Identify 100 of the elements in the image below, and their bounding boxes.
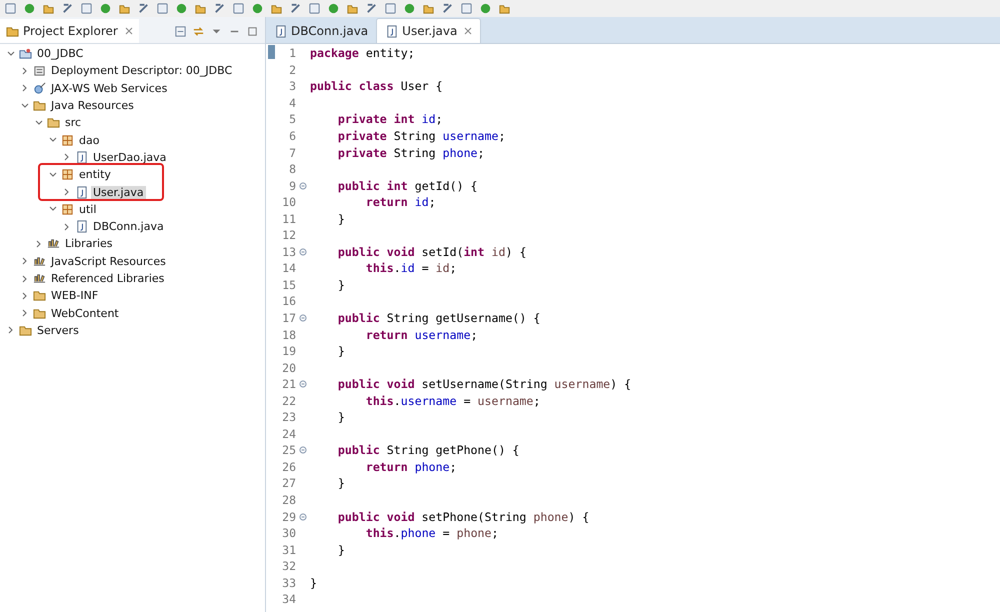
- tree-item[interactable]: Java Resources: [49, 99, 136, 112]
- line-number: 5: [288, 112, 296, 126]
- line-number: 24: [281, 426, 296, 441]
- code-line: private String username;: [336, 129, 506, 143]
- tree-item[interactable]: util: [77, 202, 98, 216]
- tree-item[interactable]: Referenced Libraries: [49, 272, 166, 285]
- line-number: 31: [281, 542, 296, 557]
- fold-icon[interactable]: [299, 512, 307, 521]
- tree-item[interactable]: WEB-INF: [49, 289, 100, 302]
- code-line: public void setUsername(String username) {: [336, 377, 632, 392]
- tree-item[interactable]: WebContent: [49, 306, 121, 320]
- code-line: }: [310, 576, 317, 590]
- folder-icon: [6, 24, 19, 38]
- line-number: 30: [281, 526, 296, 540]
- line-number: 34: [281, 592, 296, 606]
- line-number: 29: [281, 510, 296, 524]
- collapse-all-icon[interactable]: [174, 24, 187, 38]
- code-line: }: [336, 212, 345, 226]
- code-line: }: [336, 278, 345, 292]
- line-number: 6: [288, 129, 296, 143]
- code-line: }: [336, 344, 345, 358]
- tree-item[interactable]: JavaScript Resources: [49, 254, 168, 268]
- tree-item[interactable]: User.java: [91, 186, 146, 199]
- code-line: this.username = username;: [364, 394, 540, 408]
- code-line: public void setId(int id) {: [336, 244, 526, 259]
- fold-icon[interactable]: [299, 182, 307, 190]
- line-number: 15: [281, 278, 296, 292]
- code-line: private String phone;: [336, 146, 485, 160]
- package-icon: [61, 202, 74, 216]
- library-icon: [33, 254, 46, 268]
- code-line: public String getPhone() {: [336, 443, 520, 458]
- tree-item[interactable]: Libraries: [63, 237, 115, 250]
- line-number: 12: [281, 228, 296, 242]
- java-file-icon: [385, 24, 398, 38]
- line-number: 27: [281, 476, 296, 490]
- fold-icon[interactable]: [299, 314, 307, 322]
- line-number: 26: [281, 460, 296, 474]
- code-line: return username;: [364, 328, 478, 342]
- folder-icon: [33, 99, 46, 112]
- folder-icon: [47, 116, 60, 130]
- tree-item[interactable]: UserDao.java: [91, 150, 168, 164]
- line-number: 4: [288, 96, 296, 110]
- tree-item[interactable]: entity: [77, 168, 113, 182]
- line-number: 23: [281, 410, 296, 424]
- java-file-icon: [75, 220, 88, 234]
- new-file-icon[interactable]: [4, 2, 17, 15]
- line-number: 13: [281, 244, 296, 259]
- code-line: this.id = id;: [364, 261, 457, 276]
- line-number: 19: [281, 344, 296, 358]
- line-number: 1: [288, 46, 296, 60]
- code-line: public String getUsername() {: [336, 311, 540, 326]
- code-line: private int id;: [336, 112, 443, 126]
- library-icon: [33, 272, 46, 285]
- editor-tab[interactable]: DBConn.java: [266, 19, 376, 43]
- folder-icon: [33, 289, 46, 302]
- tree-item[interactable]: DBConn.java: [91, 220, 166, 234]
- fold-icon[interactable]: [299, 248, 307, 256]
- line-number: 7: [288, 146, 296, 160]
- code-line: }: [336, 542, 345, 557]
- line-number: 11: [281, 212, 296, 226]
- tree-item[interactable]: Deployment Descriptor: 00_JDBC: [49, 64, 234, 78]
- close-icon[interactable]: [124, 27, 133, 35]
- tree-item[interactable]: dao: [77, 134, 102, 147]
- project-explorer-tab[interactable]: Project Explorer: [0, 19, 139, 43]
- line-number: 17: [281, 311, 296, 326]
- line-number: 8: [288, 162, 296, 176]
- folder-icon: [33, 306, 46, 320]
- descriptor-icon: [33, 64, 46, 78]
- line-number: 16: [281, 294, 296, 308]
- java-file-icon: [75, 150, 88, 164]
- maximize-icon[interactable]: [246, 24, 259, 38]
- fold-icon[interactable]: [299, 446, 307, 454]
- java-file-icon: [75, 186, 88, 199]
- tree-item[interactable]: 00_JDBC: [35, 47, 86, 60]
- line-number: 21: [281, 377, 296, 392]
- code-line: this.phone = phone;: [364, 526, 498, 540]
- code-line: package entity;: [310, 46, 415, 60]
- project-icon: [19, 47, 32, 60]
- line-number: 22: [281, 394, 296, 408]
- close-icon[interactable]: [464, 27, 472, 35]
- line-number: 3: [288, 79, 296, 94]
- line-number: 32: [281, 559, 296, 574]
- line-number: 2: [288, 62, 296, 77]
- tree-item[interactable]: src: [63, 116, 84, 130]
- tree-item[interactable]: JAX-WS Web Services: [49, 82, 170, 95]
- line-number: 14: [281, 261, 296, 276]
- line-number: 28: [281, 493, 296, 508]
- link-icon[interactable]: [192, 24, 205, 38]
- code-line: public class User {: [310, 79, 443, 94]
- code-line: public int getId() {: [336, 178, 478, 193]
- code-line: return phone;: [364, 460, 457, 474]
- line-number: 33: [281, 576, 296, 590]
- fold-icon[interactable]: [299, 380, 307, 388]
- tree-item[interactable]: Servers: [35, 324, 81, 337]
- package-icon: [61, 168, 74, 182]
- folder-icon: [19, 324, 32, 337]
- library-icon: [47, 237, 60, 250]
- package-icon: [61, 134, 74, 147]
- editor-tab[interactable]: User.java: [376, 18, 482, 43]
- code-line: public void setPhone(String phone) {: [336, 510, 590, 524]
